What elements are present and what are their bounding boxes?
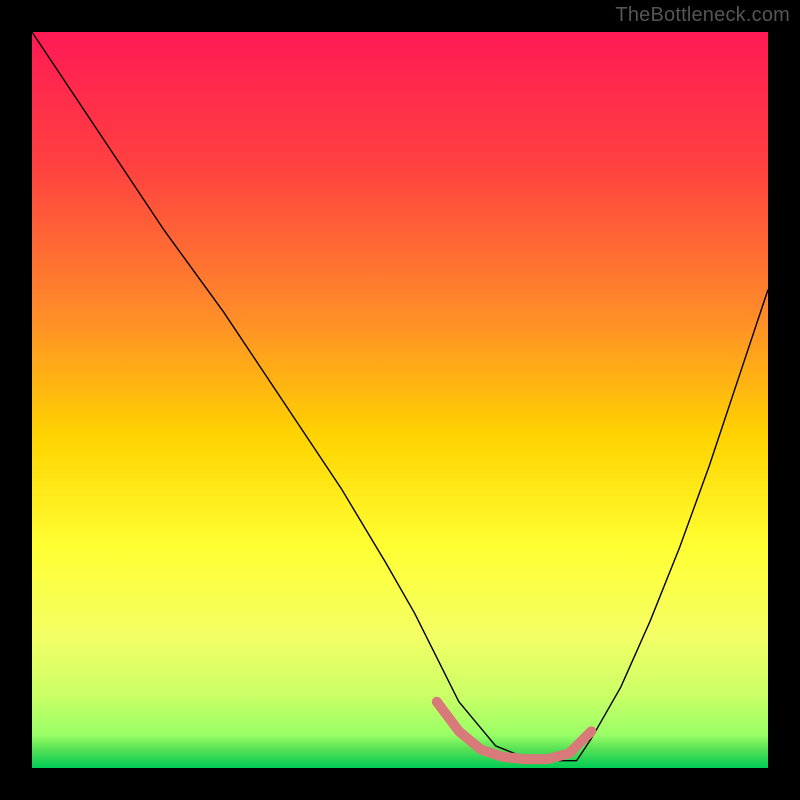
watermark-text: TheBottleneck.com (615, 4, 790, 27)
plot-gradient-background (32, 32, 768, 768)
chart-svg (0, 0, 800, 800)
chart-container: TheBottleneck.com (0, 0, 800, 800)
